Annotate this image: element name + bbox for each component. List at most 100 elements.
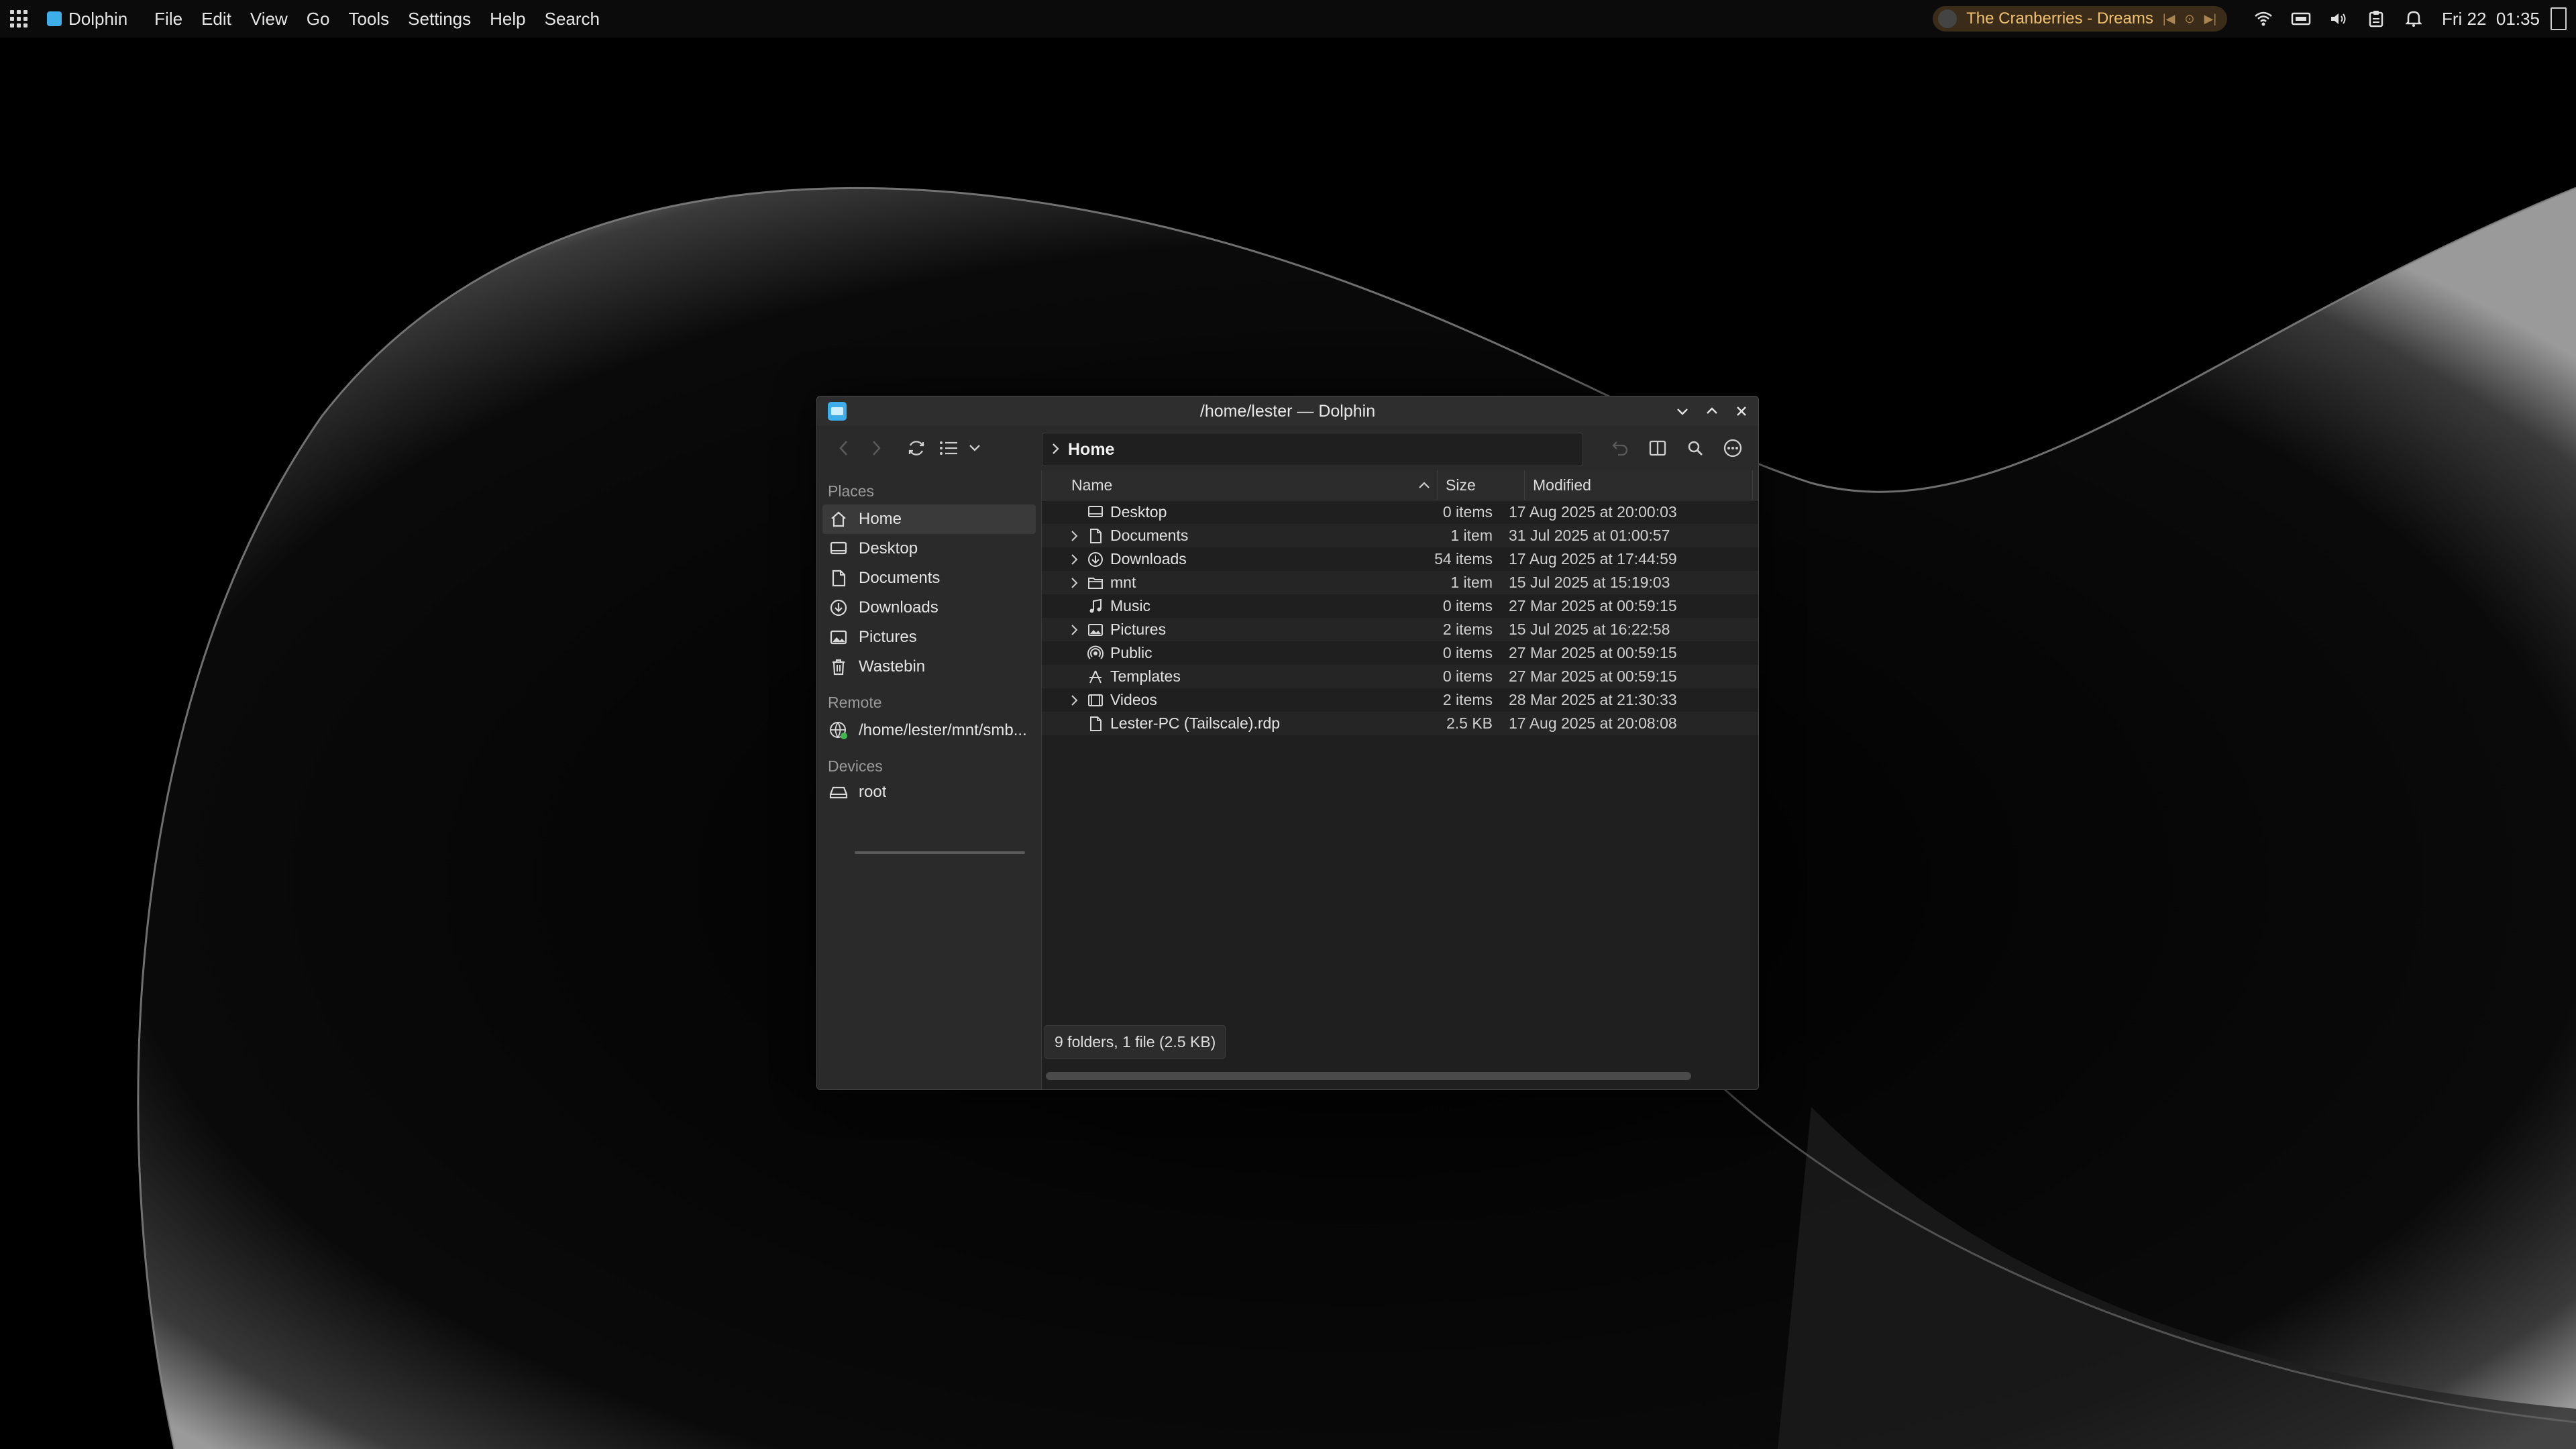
app-launcher-button[interactable] <box>0 0 38 38</box>
file-modified: 31 Jul 2025 at 01:00:57 <box>1509 527 1670 544</box>
previous-track-icon[interactable]: |◀ <box>2163 12 2176 26</box>
file-modified: 17 Aug 2025 at 20:08:08 <box>1509 714 1677 732</box>
devices-section-header: Devices <box>828 757 883 775</box>
forward-button[interactable] <box>860 432 892 464</box>
document-icon <box>1086 527 1105 545</box>
file-row[interactable]: Pictures 2 items 15 Jul 2025 at 16:22:58 <box>1042 618 1758 641</box>
menu-settings[interactable]: Settings <box>408 9 471 30</box>
view-mode-dropdown[interactable] <box>965 432 985 464</box>
bell-icon[interactable] <box>2402 7 2426 31</box>
column-name[interactable]: Name <box>1042 470 1438 500</box>
breadcrumb-home[interactable]: Home <box>1068 440 1114 460</box>
file-row[interactable]: Public 0 items 27 Mar 2025 at 00:59:15 <box>1042 641 1758 665</box>
desktop-icon <box>1086 503 1105 522</box>
menu-file[interactable]: File <box>154 9 182 30</box>
file-row[interactable]: Videos 2 items 28 Mar 2025 at 21:30:33 <box>1042 688 1758 712</box>
file-name: Pictures <box>1110 621 1167 638</box>
file-name: Downloads <box>1110 550 1187 568</box>
picture-icon <box>829 628 848 647</box>
clock[interactable]: Fri 22 01:35 <box>2442 9 2540 30</box>
place-pictures[interactable]: Pictures <box>822 623 1036 652</box>
file-size: 0 items <box>1442 597 1493 614</box>
expand-chevron-icon[interactable] <box>1066 553 1083 566</box>
file-size: 2.5 KB <box>1446 714 1493 732</box>
menu-view[interactable]: View <box>250 9 288 30</box>
wifi-icon[interactable] <box>2251 7 2275 31</box>
menu-help[interactable]: Help <box>490 9 525 30</box>
undo-button[interactable] <box>1604 432 1636 464</box>
menu-tools[interactable]: Tools <box>348 9 389 30</box>
column-modified[interactable]: Modified <box>1525 470 1753 500</box>
hamburger-menu-button[interactable] <box>1717 432 1749 464</box>
file-name: Videos <box>1110 691 1157 708</box>
file-row[interactable]: mnt 1 item 15 Jul 2025 at 15:19:03 <box>1042 571 1758 594</box>
place-label: Downloads <box>859 598 938 616</box>
show-desktop-button[interactable] <box>2551 7 2567 30</box>
dolphin-window: /home/lester — Dolphin Home Places Home … <box>816 396 1759 1090</box>
expand-chevron-icon[interactable] <box>1066 624 1083 636</box>
active-app-name: Dolphin <box>68 8 128 29</box>
play-pause-icon[interactable]: ⊙ <box>2184 12 2194 26</box>
place-desktop[interactable]: Desktop <box>822 534 1036 564</box>
expand-chevron-icon[interactable] <box>1066 694 1083 706</box>
file-size: 0 items <box>1442 503 1493 521</box>
volume-icon[interactable] <box>2326 7 2351 31</box>
expand-chevron-icon[interactable] <box>1066 577 1083 589</box>
menu-edit[interactable]: Edit <box>201 9 231 30</box>
close-button[interactable] <box>1731 401 1752 421</box>
network-icon[interactable] <box>2289 7 2313 31</box>
clipboard-icon[interactable] <box>2364 7 2388 31</box>
file-row[interactable]: Desktop 0 items 17 Aug 2025 at 20:00:03 <box>1042 500 1758 524</box>
file-name: mnt <box>1110 574 1136 591</box>
place-home[interactable]: Home <box>822 504 1036 534</box>
place-remote-smb[interactable]: /home/lester/mnt/smb... <box>822 716 1036 745</box>
next-track-icon[interactable]: ▶| <box>2204 12 2216 26</box>
file-modified: 27 Mar 2025 at 00:59:15 <box>1509 597 1677 614</box>
document-icon <box>829 569 848 588</box>
column-name-label: Name <box>1071 476 1113 494</box>
column-modified-label: Modified <box>1533 476 1591 494</box>
file-modified: 17 Aug 2025 at 17:44:59 <box>1509 550 1677 568</box>
file-icon <box>1086 714 1105 733</box>
place-wastebin[interactable]: Wastebin <box>822 652 1036 682</box>
music-icon <box>1086 597 1105 616</box>
place-label: root <box>859 783 887 801</box>
menu-go[interactable]: Go <box>307 9 330 30</box>
drive-icon <box>829 783 848 802</box>
maximize-button[interactable] <box>1702 401 1722 421</box>
column-size[interactable]: Size <box>1438 470 1525 500</box>
view-mode-button[interactable] <box>932 432 965 464</box>
file-row[interactable]: Music 0 items 27 Mar 2025 at 00:59:15 <box>1042 594 1758 618</box>
chevron-down-icon <box>969 445 980 451</box>
file-row[interactable]: Lester-PC (Tailscale).rdp 2.5 KB 17 Aug 20… <box>1042 712 1758 735</box>
split-view-button[interactable] <box>1642 432 1674 464</box>
place-documents[interactable]: Documents <box>822 564 1036 593</box>
file-row[interactable]: Documents 1 item 31 Jul 2025 at 01:00:57 <box>1042 524 1758 547</box>
remote-section-header: Remote <box>828 694 882 711</box>
undo-icon <box>1612 441 1628 456</box>
minimize-button[interactable] <box>1672 401 1693 421</box>
search-button[interactable] <box>1679 432 1711 464</box>
media-player-widget[interactable]: The Cranberries - Dreams |◀ ⊙ ▶| <box>1933 6 2228 32</box>
back-button[interactable] <box>828 432 860 464</box>
system-tray: The Cranberries - Dreams |◀ ⊙ ▶| Fri 22 … <box>1933 0 2576 38</box>
place-label: Wastebin <box>859 657 926 676</box>
file-row[interactable]: Templates 0 items 27 Mar 2025 at 00:59:15 <box>1042 665 1758 688</box>
menu-search[interactable]: Search <box>545 9 600 30</box>
file-name: Lester-PC (Tailscale).rdp <box>1110 714 1281 732</box>
location-bar[interactable]: Home <box>1042 433 1583 466</box>
file-row[interactable]: Downloads 54 items 17 Aug 2025 at 17:44:59 <box>1042 547 1758 571</box>
titlebar[interactable]: /home/lester — Dolphin <box>817 396 1758 426</box>
template-icon <box>1086 667 1105 686</box>
horizontal-scrollbar[interactable] <box>1046 1072 1691 1080</box>
place-device-root[interactable]: root <box>822 780 1036 805</box>
expand-chevron-icon[interactable] <box>1066 530 1083 542</box>
file-size: 0 items <box>1442 667 1493 685</box>
forward-arrow-icon <box>873 441 881 455</box>
video-icon <box>1086 691 1105 710</box>
place-downloads[interactable]: Downloads <box>822 593 1036 623</box>
file-size: 0 items <box>1442 644 1493 661</box>
active-app[interactable]: Dolphin <box>47 9 127 30</box>
reload-button[interactable] <box>900 432 932 464</box>
file-size: 2 items <box>1442 691 1493 708</box>
